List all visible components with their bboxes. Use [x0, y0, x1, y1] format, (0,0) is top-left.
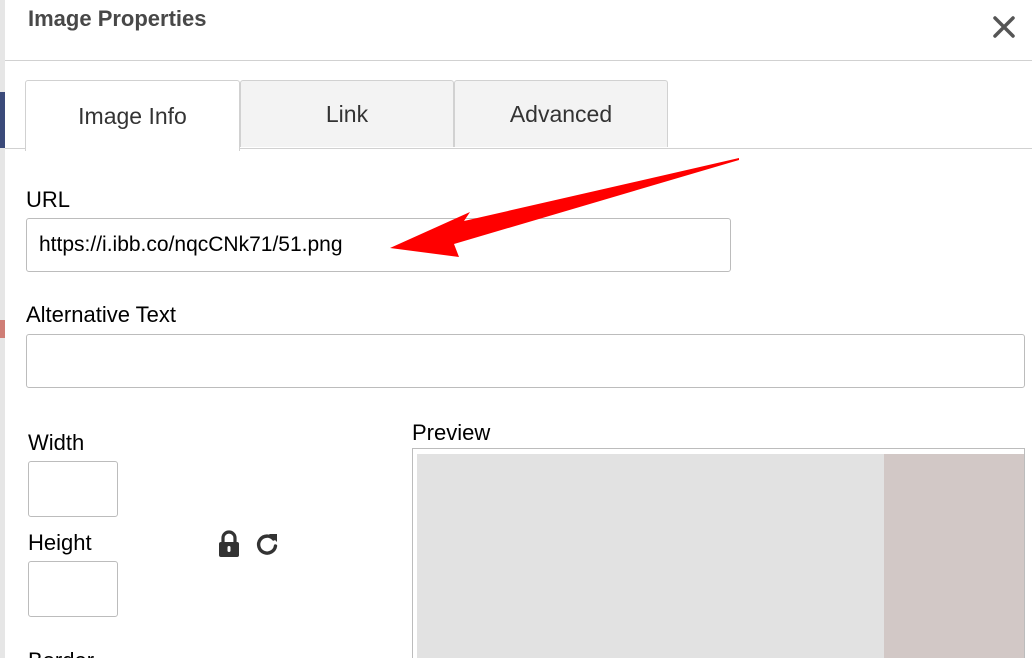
preview-box	[412, 448, 1025, 658]
tab-label: Advanced	[509, 100, 613, 127]
close-button[interactable]	[989, 5, 1019, 41]
width-input[interactable]	[28, 461, 118, 517]
dialog-title: Image Properties	[28, 6, 207, 31]
preview-label: Preview	[412, 420, 491, 445]
height-input[interactable]	[28, 561, 118, 617]
height-label: Height	[28, 530, 92, 555]
tab-label: Link	[325, 100, 369, 127]
alt-text-input[interactable]	[26, 334, 1025, 388]
width-label: Width	[28, 430, 85, 455]
close-icon	[993, 16, 1015, 38]
reset-size-icon	[256, 534, 278, 555]
tab-label: Image Info	[78, 102, 187, 129]
tab-image-info[interactable]: Image Info	[25, 80, 240, 151]
url-label: URL	[26, 187, 71, 212]
lock-icon	[219, 530, 239, 557]
dialog-titlebar: Image Properties	[5, 0, 1032, 61]
tab-link[interactable]: Link	[240, 80, 454, 147]
reset-size-button[interactable]	[254, 530, 280, 558]
lock-ratio-button[interactable]	[216, 530, 242, 558]
screenshot: Image Properties Image Info Link Advance…	[0, 0, 1032, 658]
url-input[interactable]	[26, 218, 731, 272]
tab-advanced[interactable]: Advanced	[454, 80, 668, 147]
alt-text-label: Alternative Text	[26, 302, 177, 327]
preview-image	[417, 454, 884, 658]
image-properties-dialog: Image Properties Image Info Link Advance…	[5, 0, 1032, 658]
preview-image	[884, 454, 1024, 658]
tab-bar: Image Info Link Advanced	[5, 78, 1032, 151]
border-label: Border	[28, 648, 94, 658]
